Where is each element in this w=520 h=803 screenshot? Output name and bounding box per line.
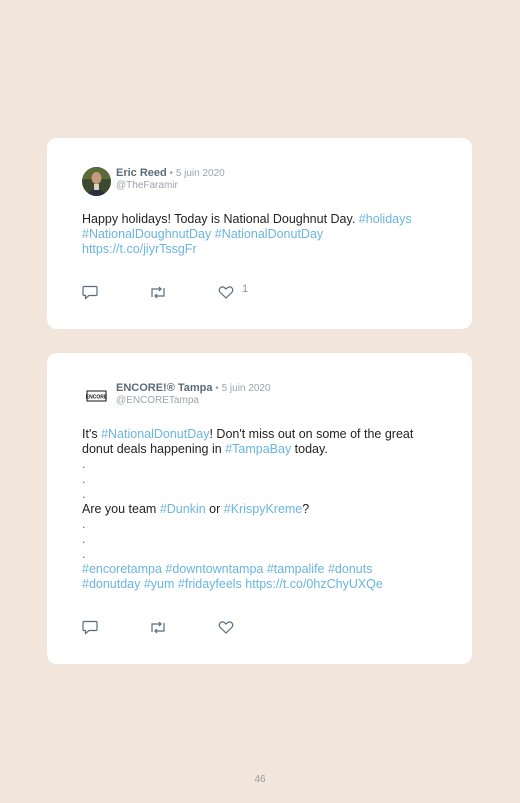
tweet-line: #NationalDoughnutDay #NationalDonutDay xyxy=(82,227,452,242)
author-handle[interactable]: @ENCORETampa xyxy=(116,395,199,406)
text-span: Happy holidays! Today is National Doughn… xyxy=(82,212,359,226)
author-line: Eric Reed • 5 juin 2020 xyxy=(116,167,225,179)
avatar[interactable] xyxy=(82,167,111,196)
dot-line: . xyxy=(82,532,86,546)
tweet-card-encore-tampa[interactable]: ENCORE ENCORE!® Tampa • 5 juin 2020 @ENC… xyxy=(47,353,472,664)
reply-button[interactable] xyxy=(82,285,98,301)
tweet-text: Happy holidays! Today is National Doughn… xyxy=(82,212,452,257)
author-handle[interactable]: @TheFaramir xyxy=(116,180,178,191)
reply-icon xyxy=(82,620,98,635)
tweet-line: #donutday #yum #fridayfeels https://t.co… xyxy=(82,577,452,592)
separator: • xyxy=(166,168,176,179)
retweet-icon xyxy=(151,621,165,634)
retweet-icon xyxy=(151,286,165,299)
tweet-date[interactable]: 5 juin 2020 xyxy=(176,168,225,179)
dot-line: . xyxy=(82,472,86,486)
avatar-logo-text: ENCORE xyxy=(86,395,108,401)
dot-line: . xyxy=(82,517,86,531)
tweet-line: https://t.co/jiyrTssgFr xyxy=(82,242,452,257)
page-number: 46 xyxy=(254,774,266,785)
hashtag-link[interactable]: #NationalDonutDay xyxy=(101,427,209,441)
reply-icon xyxy=(82,285,98,300)
like-button[interactable]: 1 xyxy=(218,283,248,301)
tweet-line: Happy holidays! Today is National Doughn… xyxy=(82,212,452,227)
url-link[interactable]: https://t.co/0hzChyUXQe xyxy=(245,577,383,591)
tweet-line: It's #NationalDonutDay! Don't miss out o… xyxy=(82,427,452,442)
tweet-text: It's #NationalDonutDay! Don't miss out o… xyxy=(82,427,452,592)
tweet-date[interactable]: 5 juin 2020 xyxy=(222,383,271,394)
tweet-line: donut deals happening in #TampaBay today… xyxy=(82,442,452,457)
tweet-card-eric-reed[interactable]: Eric Reed • 5 juin 2020 @TheFaramir Happ… xyxy=(47,138,472,329)
text-span: donut deals happening in xyxy=(82,442,226,456)
hashtag-link[interactable]: #KrispyKreme xyxy=(224,502,303,516)
hashtag-link[interactable]: #NationalDoughnutDay xyxy=(82,227,211,241)
hashtag-link[interactable]: #TampaBay xyxy=(225,442,291,456)
like-count: 1 xyxy=(242,283,249,295)
tweet-actions: 1 xyxy=(82,283,282,301)
hashtag-link[interactable]: #Dunkin xyxy=(160,502,206,516)
retweet-button[interactable] xyxy=(149,620,167,636)
retweet-button[interactable] xyxy=(149,285,167,301)
like-button[interactable] xyxy=(218,620,234,636)
tweet-actions xyxy=(82,620,282,636)
avatar[interactable]: ENCORE xyxy=(82,382,111,411)
url-link[interactable]: https://t.co/jiyrTssgFr xyxy=(82,242,197,256)
heart-icon xyxy=(218,621,234,634)
text-span: ? xyxy=(302,502,310,516)
tweet-line: Are you team #Dunkin or #KrispyKreme? xyxy=(82,502,452,517)
hashtag-link[interactable]: #donutday #yum #fridayfeels xyxy=(82,577,245,591)
text-span: Are you team xyxy=(82,502,160,516)
dot-line: . xyxy=(82,547,86,561)
text-span: It's xyxy=(82,427,102,441)
author-line: ENCORE!® Tampa • 5 juin 2020 xyxy=(116,382,271,394)
separator: • xyxy=(212,383,222,394)
hashtag-link[interactable]: #NationalDonutDay xyxy=(215,227,323,241)
dot-line: . xyxy=(82,487,86,501)
author-name[interactable]: Eric Reed xyxy=(116,167,167,179)
text-span: today. xyxy=(291,442,328,456)
hashtag-line[interactable]: #encoretampa #downtowntampa #tampalife #… xyxy=(82,562,452,577)
reply-button[interactable] xyxy=(82,620,98,636)
hashtag-link[interactable]: #holidays xyxy=(359,212,412,226)
heart-icon xyxy=(218,286,234,299)
text-span: ! Don't miss out on some of the great xyxy=(209,427,414,441)
text-span: or xyxy=(205,502,224,516)
dot-line: . xyxy=(82,457,86,471)
author-name[interactable]: ENCORE!® Tampa xyxy=(116,382,213,394)
